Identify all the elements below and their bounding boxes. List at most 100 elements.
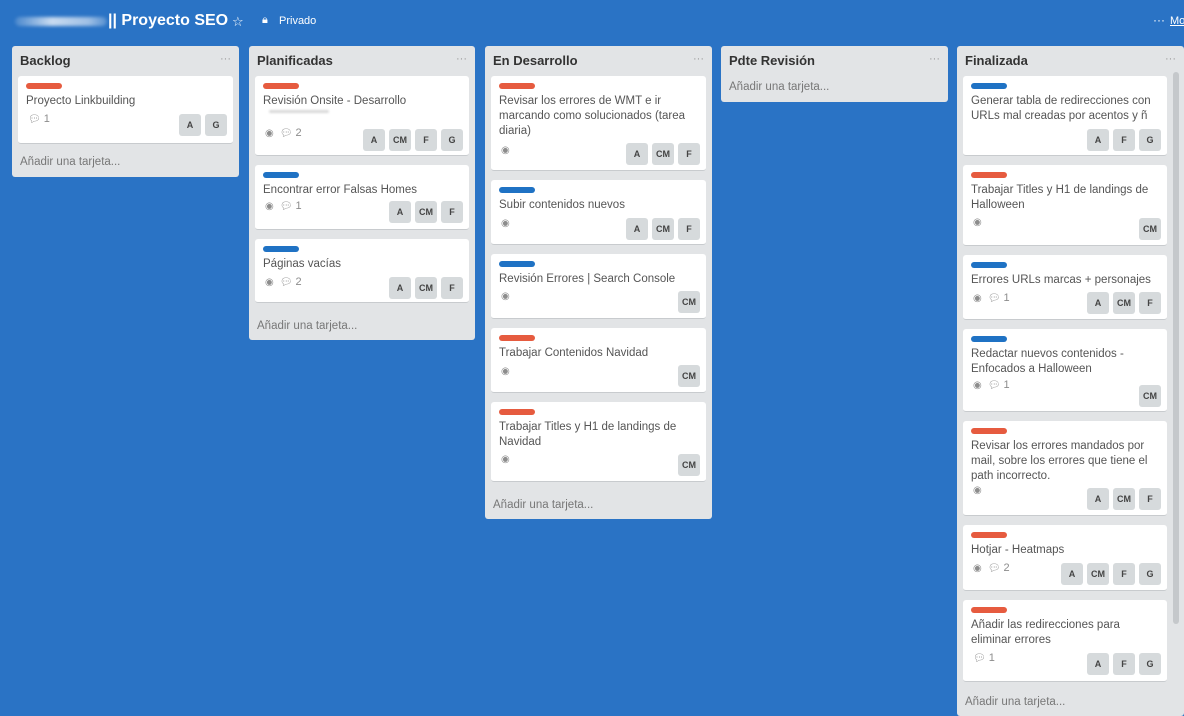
eye-icon: ◉ xyxy=(501,366,510,377)
list-menu-icon[interactable]: ··· xyxy=(929,53,940,65)
avatar[interactable]: A xyxy=(626,143,648,165)
avatar[interactable]: CM xyxy=(652,143,674,165)
avatar[interactable]: A xyxy=(179,114,201,136)
card[interactable]: Revisar los errores mandados por mail, s… xyxy=(963,421,1167,516)
avatar[interactable]: G xyxy=(1139,563,1161,585)
comment-icon: 💬︎ xyxy=(987,380,1001,391)
list-title[interactable]: Planificadas xyxy=(257,53,333,68)
avatar[interactable]: CM xyxy=(678,365,700,387)
avatar[interactable]: F xyxy=(1113,653,1135,675)
avatar[interactable]: CM xyxy=(1113,292,1135,314)
card[interactable]: Redactar nuevos contenidos - Enfocados a… xyxy=(963,329,1167,412)
card[interactable]: Hotjar - Heatmaps ◉ 💬︎ 2 A CM F G xyxy=(963,525,1167,591)
add-card-link[interactable]: Añadir una tarjeta... xyxy=(729,81,829,93)
comment-count: 1 xyxy=(1003,379,1010,391)
card[interactable]: Generar tabla de redirecciones con URLs … xyxy=(963,76,1167,156)
card-label-red xyxy=(971,607,1007,613)
card[interactable]: Revisar los errores de WMT e ir marcando… xyxy=(491,76,706,171)
card[interactable]: Añadir las redirecciones para eliminar e… xyxy=(963,600,1167,682)
avatar[interactable]: A xyxy=(1087,653,1109,675)
card-members: A CM F xyxy=(389,201,463,223)
avatar[interactable]: CM xyxy=(415,201,437,223)
eye-icon: ◉ xyxy=(501,145,510,156)
card[interactable]: Subir contenidos nuevos ◉ A CM F xyxy=(491,180,706,245)
card[interactable]: Trabajar Contenidos Navidad ◉ CM xyxy=(491,328,706,393)
avatar[interactable]: CM xyxy=(389,129,411,151)
avatar[interactable]: F xyxy=(678,218,700,240)
card-badges: ◉ 💬︎ 2 xyxy=(265,127,302,139)
add-card-link[interactable]: Añadir una tarjeta... xyxy=(20,156,120,168)
list-title[interactable]: Backlog xyxy=(20,53,71,68)
avatar[interactable]: F xyxy=(1139,488,1161,510)
lock-icon[interactable]: 🔒︎ xyxy=(262,14,268,27)
board-name-redacted[interactable] xyxy=(15,17,107,26)
board-title[interactable]: || Proyecto SEO xyxy=(108,12,228,30)
avatar[interactable]: A xyxy=(1087,488,1109,510)
avatar[interactable]: CM xyxy=(1113,488,1135,510)
add-card-link[interactable]: Añadir una tarjeta... xyxy=(257,320,357,332)
card[interactable]: Revisión Onsite - Desarrollo ◉ 💬︎ 2 A CM… xyxy=(255,76,469,156)
avatar[interactable]: CM xyxy=(678,291,700,313)
card-members: A CM F xyxy=(1087,292,1161,314)
avatar[interactable]: G xyxy=(205,114,227,136)
card-members: A CM F xyxy=(1087,488,1161,510)
avatar[interactable]: A xyxy=(389,201,411,223)
card[interactable]: Revisión Errores | Search Console ◉ CM xyxy=(491,254,706,319)
avatar[interactable]: CM xyxy=(1139,385,1161,407)
list-title[interactable]: Pdte Revisión xyxy=(729,53,815,68)
avatar[interactable]: A xyxy=(1087,292,1109,314)
avatar[interactable]: G xyxy=(1139,129,1161,151)
card[interactable]: Encontrar error Falsas Homes ◉ 💬︎ 1 A CM… xyxy=(255,165,469,230)
star-icon[interactable]: ☆ xyxy=(232,14,244,30)
avatar[interactable]: F xyxy=(441,201,463,223)
card-badges: ◉ xyxy=(973,217,982,228)
add-card-link[interactable]: Añadir una tarjeta... xyxy=(965,696,1065,708)
card-title: Errores URLs marcas + personajes xyxy=(971,274,1151,286)
card-label-blue xyxy=(263,172,299,178)
card[interactable]: Errores URLs marcas + personajes ◉ 💬︎ 1 … xyxy=(963,255,1167,320)
card-label-red xyxy=(971,172,1007,178)
avatar[interactable]: A xyxy=(626,218,648,240)
add-card-link[interactable]: Añadir una tarjeta... xyxy=(493,499,593,511)
list-menu-icon[interactable]: ··· xyxy=(1165,53,1176,65)
avatar[interactable]: F xyxy=(1113,563,1135,585)
avatar[interactable]: A xyxy=(1061,563,1083,585)
avatar[interactable]: CM xyxy=(415,277,437,299)
card[interactable]: Proyecto Linkbuilding 💬︎ 1 A G xyxy=(18,76,233,144)
eye-icon: ◉ xyxy=(973,562,982,574)
avatar[interactable]: CM xyxy=(1139,218,1161,240)
card-members: A F G xyxy=(1087,653,1161,675)
list-title[interactable]: Finalizada xyxy=(965,53,1028,68)
show-menu-link[interactable]: Mo xyxy=(1170,15,1184,27)
card[interactable]: Trabajar Titles y H1 de landings de Hall… xyxy=(963,165,1167,246)
list-title[interactable]: En Desarrollo xyxy=(493,53,578,68)
avatar[interactable]: F xyxy=(678,143,700,165)
avatar[interactable]: F xyxy=(415,129,437,151)
avatar[interactable]: G xyxy=(1139,653,1161,675)
avatar[interactable]: F xyxy=(1139,292,1161,314)
list-backlog: Backlog ··· Proyecto Linkbuilding 💬︎ 1 A… xyxy=(12,46,239,177)
eye-icon: ◉ xyxy=(501,218,510,229)
list-menu-icon[interactable]: ··· xyxy=(220,53,231,65)
card[interactable]: Trabajar Titles y H1 de landings de Navi… xyxy=(491,402,706,482)
list-en-desarrollo: En Desarrollo ··· Revisar los errores de… xyxy=(485,46,712,519)
privacy-button[interactable]: Privado xyxy=(279,15,316,27)
list-menu-icon[interactable]: ··· xyxy=(456,53,467,65)
avatar[interactable]: A xyxy=(1087,129,1109,151)
avatar[interactable]: F xyxy=(1113,129,1135,151)
avatar[interactable]: CM xyxy=(652,218,674,240)
card[interactable]: Páginas vacías ◉ 💬︎ 2 A CM F xyxy=(255,239,469,303)
avatar[interactable]: A xyxy=(363,129,385,151)
list-scrollbar[interactable] xyxy=(1173,72,1179,624)
avatar[interactable]: CM xyxy=(678,454,700,476)
list-menu-icon[interactable]: ··· xyxy=(693,53,704,65)
avatar[interactable]: A xyxy=(389,277,411,299)
avatar[interactable]: F xyxy=(441,277,463,299)
card-label-red xyxy=(499,83,535,89)
avatar[interactable]: CM xyxy=(1087,563,1109,585)
comment-count: 1 xyxy=(988,652,995,664)
card-members: A CM F G xyxy=(1061,563,1161,585)
board-header: || Proyecto SEO ☆ 🔒︎ Privado ··· Mo xyxy=(0,0,1184,44)
more-dots-icon[interactable]: ··· xyxy=(1153,13,1165,27)
avatar[interactable]: G xyxy=(441,129,463,151)
